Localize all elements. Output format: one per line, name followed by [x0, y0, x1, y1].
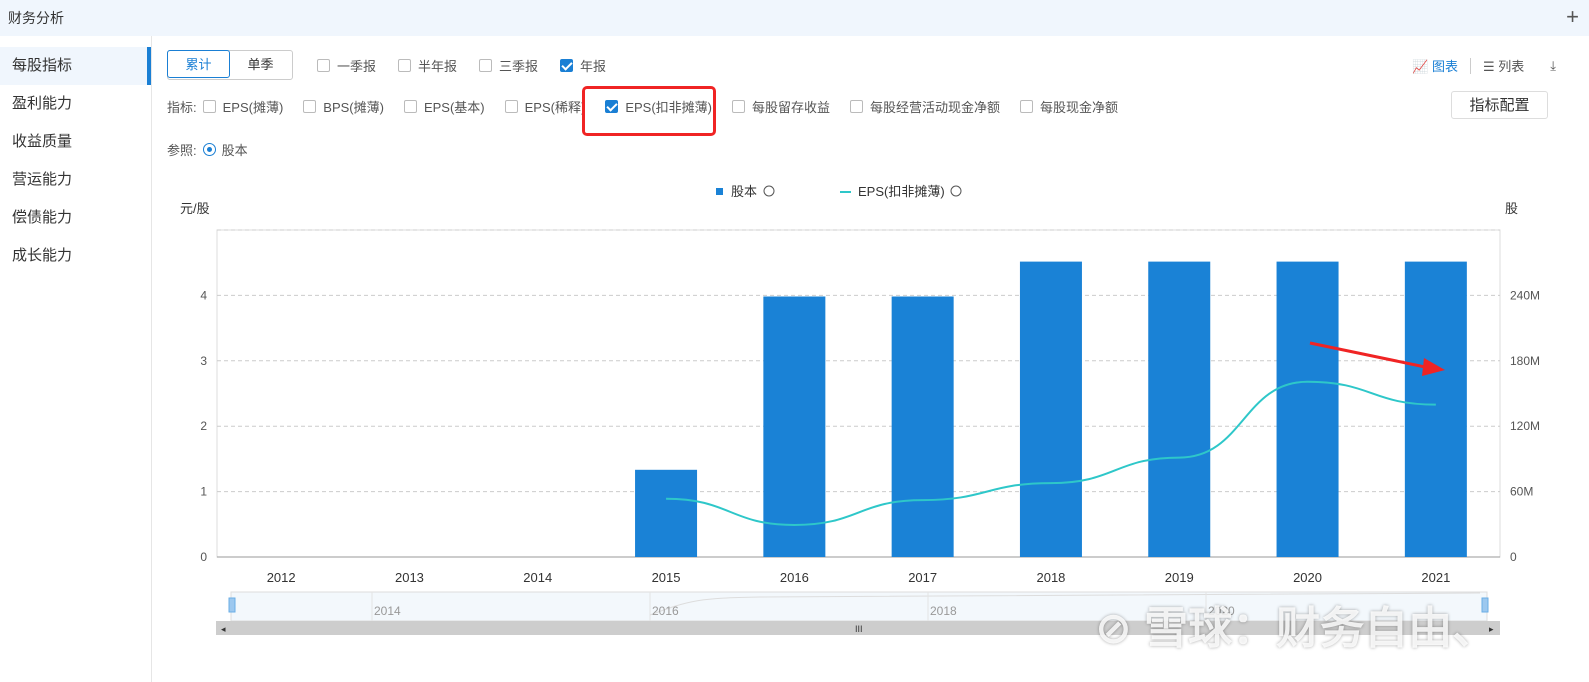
right-tick-label: 60M	[1510, 485, 1533, 499]
x-tick-label: 2013	[395, 570, 424, 585]
x-tick-label: 2015	[652, 570, 681, 585]
x-tick-label: 2012	[267, 570, 296, 585]
x-tick-label: 2021	[1421, 570, 1450, 585]
left-tick-label: 2	[200, 419, 207, 433]
right-tick-label: 180M	[1510, 354, 1540, 368]
legend-eps: EPS(扣非摊薄)	[858, 184, 945, 199]
x-tick-label: 2020	[1293, 570, 1322, 585]
bar-share-capital	[1019, 261, 1082, 557]
chart: 0 1 2 3 4 0 60M 120M 180M 240M 元/股 股 2012 2013 2014 201…	[180, 184, 1540, 635]
bar-share-capital	[1404, 261, 1467, 557]
x-tick-label: 2018	[1036, 570, 1065, 585]
left-axis-unit: 元/股	[180, 201, 210, 216]
left-tick-label: 1	[200, 485, 207, 499]
left-tick-label: 0	[200, 550, 207, 564]
zoom-label: 2016	[652, 604, 679, 618]
right-tick-label: 120M	[1510, 419, 1540, 433]
bar-share-capital	[635, 469, 698, 557]
bar-share-capital	[763, 296, 826, 557]
x-tick-label: 2017	[908, 570, 937, 585]
help-icon	[950, 185, 962, 197]
bar-share-capital	[1148, 261, 1211, 557]
left-tick-label: 4	[200, 288, 207, 302]
zoom-label: 2018	[930, 604, 957, 618]
bar-share-capital	[1276, 261, 1339, 557]
right-tick-label: 240M	[1510, 288, 1540, 302]
legend-share-capital: 股本	[731, 184, 757, 199]
watermark: ⊘ 雪球：财务自由、	[1095, 604, 1497, 653]
bar-share-capital	[891, 296, 954, 557]
legend-bar-marker	[716, 188, 723, 195]
right-axis-unit: 股	[1505, 201, 1518, 216]
zoom-handle[interactable]	[228, 597, 236, 613]
scrollbar-grip: III	[855, 624, 863, 634]
left-tick-label: 3	[200, 354, 207, 368]
help-icon	[763, 185, 775, 197]
x-tick-label: 2019	[1165, 570, 1194, 585]
x-tick-label: 2014	[523, 570, 552, 585]
scroll-left-icon: ◂	[221, 624, 226, 634]
zoom-label: 2014	[374, 604, 401, 618]
right-tick-label: 0	[1510, 550, 1517, 564]
x-tick-label: 2016	[780, 570, 809, 585]
